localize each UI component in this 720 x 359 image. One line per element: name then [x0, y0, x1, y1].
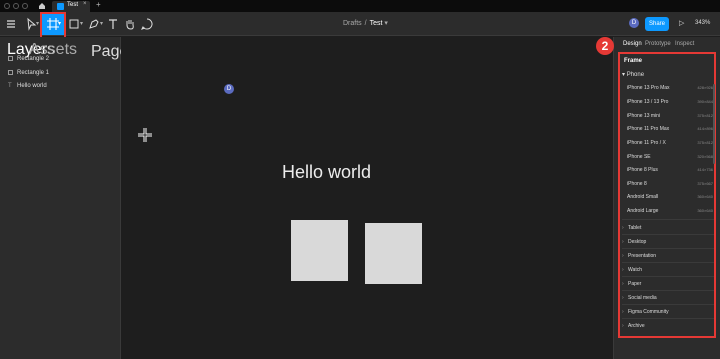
preset-iphone-se[interactable]: iPhone SE 320×568 [627, 154, 713, 160]
frame-presets-list: Frame ▾ Phone iPhone 13 Pro Max 428×926 i… [618, 52, 716, 338]
preset-iphone-11-pro-max[interactable]: iPhone 11 Pro Max 414×896 [627, 126, 713, 132]
category-social-media[interactable]: › Social media [622, 295, 657, 301]
phone-group-toggle[interactable]: ▾ Phone [622, 71, 644, 78]
tab-design[interactable]: Design [623, 41, 642, 47]
menu-icon[interactable] [4, 17, 18, 31]
divider [622, 248, 714, 249]
layer-rectangle-2[interactable]: Rectangle 2 [8, 56, 49, 62]
breadcrumb-drafts[interactable]: Drafts [343, 20, 362, 27]
preset-android-small[interactable]: Android Small 360×640 [627, 194, 713, 200]
divider [622, 290, 714, 291]
tab-label: Test [67, 2, 79, 8]
preset-android-large[interactable]: Android Large 360×640 [627, 208, 713, 214]
breadcrumb-file[interactable]: Test [370, 20, 383, 27]
canvas-rectangle-2[interactable] [365, 223, 422, 284]
preset-iphone-13-pro-max[interactable]: iPhone 13 Pro Max 428×926 [627, 85, 713, 91]
canvas-rectangle-1[interactable] [291, 220, 348, 281]
breadcrumb-separator: / [364, 20, 367, 27]
file-caret-icon[interactable]: ▾ [382, 20, 388, 27]
layer-hello-world[interactable]: T Hello world [8, 83, 47, 89]
category-presentation[interactable]: › Presentation [622, 253, 656, 259]
hand-icon[interactable] [123, 17, 137, 31]
text-layer-icon: T [8, 83, 12, 89]
file-tab[interactable]: Test × [52, 1, 90, 12]
divider [622, 262, 714, 263]
category-figma-community[interactable]: › Figma Community [622, 309, 669, 315]
rectangle-icon[interactable] [67, 17, 81, 31]
main-toolbar: ▾ ▾ ▾ ▾ Drafts / Test ▾ D Share ▷ 343% [0, 12, 720, 36]
preset-iphone-8-plus[interactable]: iPhone 8 Plus 414×736 [627, 167, 713, 173]
avatar[interactable]: D [629, 18, 639, 28]
pen-icon[interactable] [87, 17, 101, 31]
category-paper[interactable]: › Paper [622, 281, 641, 287]
preset-iphone-11-pro-x[interactable]: iPhone 11 Pro / X 375×812 [627, 140, 713, 146]
comment-icon[interactable] [140, 17, 154, 31]
category-desktop[interactable]: › Desktop [622, 239, 646, 245]
preset-iphone-13-mini[interactable]: iPhone 13 mini 375×812 [627, 113, 713, 119]
collaborator-cursor: D [224, 84, 234, 94]
divider [622, 276, 714, 277]
divider [622, 318, 714, 319]
window-zoom-dot[interactable] [22, 3, 28, 9]
rectangle-layer-icon [8, 56, 13, 61]
share-button[interactable]: Share [645, 17, 669, 31]
breadcrumb: Drafts / Test ▾ [343, 19, 388, 27]
home-icon[interactable] [38, 2, 46, 10]
preset-iphone-8[interactable]: iPhone 8 375×667 [627, 181, 713, 187]
category-watch[interactable]: › Watch [622, 267, 642, 273]
category-tablet[interactable]: › Tablet [622, 225, 641, 231]
new-tab-button[interactable]: + [96, 0, 101, 9]
layers-panel: Layers Assets Page 1 ▾ Rectangle 2 Recta… [0, 37, 154, 359]
category-archive[interactable]: › Archive [622, 323, 645, 329]
text-icon[interactable] [106, 17, 120, 31]
step-badge-2: 2 [596, 37, 614, 55]
crosshair-cursor-icon [138, 128, 152, 142]
tab-inspect[interactable]: Inspect [675, 41, 694, 47]
preset-iphone-13[interactable]: iPhone 13 / 13 Pro 390×844 [627, 99, 713, 105]
preset-scrollbar[interactable] [713, 84, 715, 164]
layer-label: Rectangle 2 [17, 56, 50, 63]
canvas-text-hello-world[interactable]: Hello world [282, 162, 371, 183]
rectangle-layer-icon [8, 70, 13, 75]
shape-caret-icon[interactable]: ▾ [80, 17, 83, 31]
tab-close-icon[interactable]: × [83, 1, 87, 7]
layer-label: Rectangle 1 [17, 70, 50, 77]
canvas[interactable] [121, 37, 613, 359]
divider [622, 234, 714, 235]
divider [622, 219, 714, 220]
divider [622, 304, 714, 305]
browser-titlebar: Test × + [0, 0, 720, 12]
present-icon[interactable]: ▷ [679, 19, 684, 27]
tab-prototype[interactable]: Prototype [645, 41, 671, 47]
move-caret-icon[interactable]: ▾ [36, 17, 39, 31]
pen-caret-icon[interactable]: ▾ [100, 17, 103, 31]
frame-tool-highlight [40, 12, 66, 39]
window-close-dot[interactable] [4, 3, 10, 9]
zoom-level[interactable]: 343% [695, 20, 710, 26]
figma-file-icon [57, 3, 64, 10]
frame-header: Frame [624, 58, 643, 64]
layer-rectangle-1[interactable]: Rectangle 1 [8, 70, 49, 76]
window-minimize-dot[interactable] [13, 3, 19, 9]
layer-label: Hello world [17, 83, 47, 89]
